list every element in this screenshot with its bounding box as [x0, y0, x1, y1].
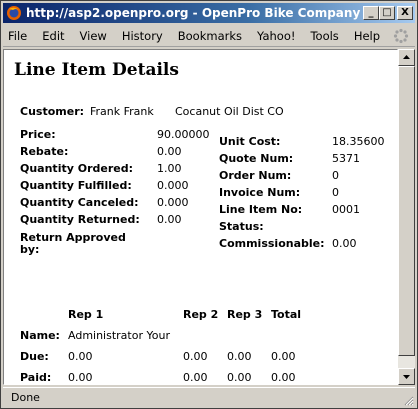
invoice-num-label: Invoice Num:	[219, 186, 301, 199]
scroll-down-button[interactable]	[398, 368, 415, 385]
menu-yahoo[interactable]: Yahoo!	[252, 29, 300, 43]
name-row-label: Name:	[20, 329, 60, 342]
qty-fulfilled-label: Quantity Fulfilled:	[20, 179, 132, 192]
qty-fulfilled-value: 0.000	[157, 179, 189, 192]
rep1-header: Rep 1	[68, 308, 104, 321]
arrow-down-icon	[403, 375, 410, 379]
page-title: Line Item Details	[14, 60, 179, 80]
rep3-due: 0.00	[227, 350, 252, 363]
scrollbar-thumb[interactable]	[398, 66, 415, 356]
menu-bookmarks[interactable]: Bookmarks	[173, 29, 247, 43]
order-num-label: Order Num:	[219, 169, 292, 182]
commissionable-label: Commissionable:	[219, 237, 325, 250]
customer-company: Cocanut Oil Dist CO	[175, 105, 284, 118]
qty-returned-label: Quantity Returned:	[20, 213, 140, 226]
total-due: 0.00	[271, 350, 296, 363]
return-approved-label-line2: by:	[20, 243, 40, 256]
maximize-button[interactable]: □	[379, 6, 395, 20]
rep2-paid: 0.00	[183, 371, 208, 384]
status-text: Done	[11, 391, 40, 404]
scroll-up-button[interactable]	[398, 49, 415, 66]
menu-tools[interactable]: Tools	[305, 29, 343, 43]
menu-bar: File Edit View History Bookmarks Yahoo! …	[3, 25, 415, 47]
rep1-name: Administrator Your	[68, 329, 170, 342]
menu-history[interactable]: History	[117, 29, 168, 43]
customer-label: Customer:	[20, 105, 85, 118]
quote-num-label: Quote Num:	[219, 152, 294, 165]
menu-view[interactable]: View	[75, 29, 112, 43]
quote-num-value: 5371	[332, 152, 360, 165]
window-title: http://asp2.openpro.org - OpenPro Bike C…	[26, 6, 363, 20]
paid-row-label: Paid:	[20, 371, 52, 384]
close-button[interactable]: X	[397, 6, 413, 20]
rep1-due: 0.00	[68, 350, 93, 363]
total-header: Total	[271, 308, 302, 321]
price-value: 90.00000	[157, 128, 210, 141]
rep3-paid: 0.00	[227, 371, 252, 384]
throbber-icon	[393, 28, 409, 44]
rebate-label: Rebate:	[20, 145, 69, 158]
browser-window: http://asp2.openpro.org - OpenPro Bike C…	[0, 0, 418, 409]
qty-canceled-label: Quantity Canceled:	[20, 196, 139, 209]
unit-cost-label: Unit Cost:	[219, 135, 281, 148]
invoice-num-value: 0	[332, 186, 339, 199]
rep2-header: Rep 2	[183, 308, 219, 321]
minimize-button[interactable]: _	[363, 6, 379, 20]
vertical-scrollbar[interactable]	[398, 49, 415, 385]
rebate-value: 0.00	[157, 145, 182, 158]
page-content: Line Item Details Customer: Frank Frank …	[3, 49, 398, 385]
rep3-header: Rep 3	[227, 308, 263, 321]
customer-name: Frank Frank	[90, 105, 154, 118]
menu-edit[interactable]: Edit	[37, 29, 69, 43]
status-bar: Done	[3, 387, 415, 407]
price-label: Price:	[20, 128, 56, 141]
firefox-icon	[7, 6, 21, 20]
rep1-paid: 0.00	[68, 371, 93, 384]
line-item-no-label: Line Item No:	[219, 203, 303, 216]
unit-cost-value: 18.35600	[332, 135, 385, 148]
due-row-label: Due:	[20, 350, 49, 363]
menu-file[interactable]: File	[3, 29, 32, 43]
commissionable-value: 0.00	[332, 237, 357, 250]
qty-canceled-value: 0.000	[157, 196, 189, 209]
title-bar[interactable]: http://asp2.openpro.org - OpenPro Bike C…	[3, 3, 415, 23]
line-item-no-value: 0001	[332, 203, 360, 216]
qty-ordered-label: Quantity Ordered:	[20, 162, 133, 175]
menu-help[interactable]: Help	[349, 29, 385, 43]
total-paid: 0.00	[271, 371, 296, 384]
arrow-up-icon	[403, 55, 410, 59]
status-label: Status:	[219, 220, 264, 233]
qty-returned-value: 0.00	[157, 213, 182, 226]
resize-grip-icon[interactable]	[402, 394, 414, 406]
order-num-value: 0	[332, 169, 339, 182]
qty-ordered-value: 1.00	[157, 162, 182, 175]
rep2-due: 0.00	[183, 350, 208, 363]
